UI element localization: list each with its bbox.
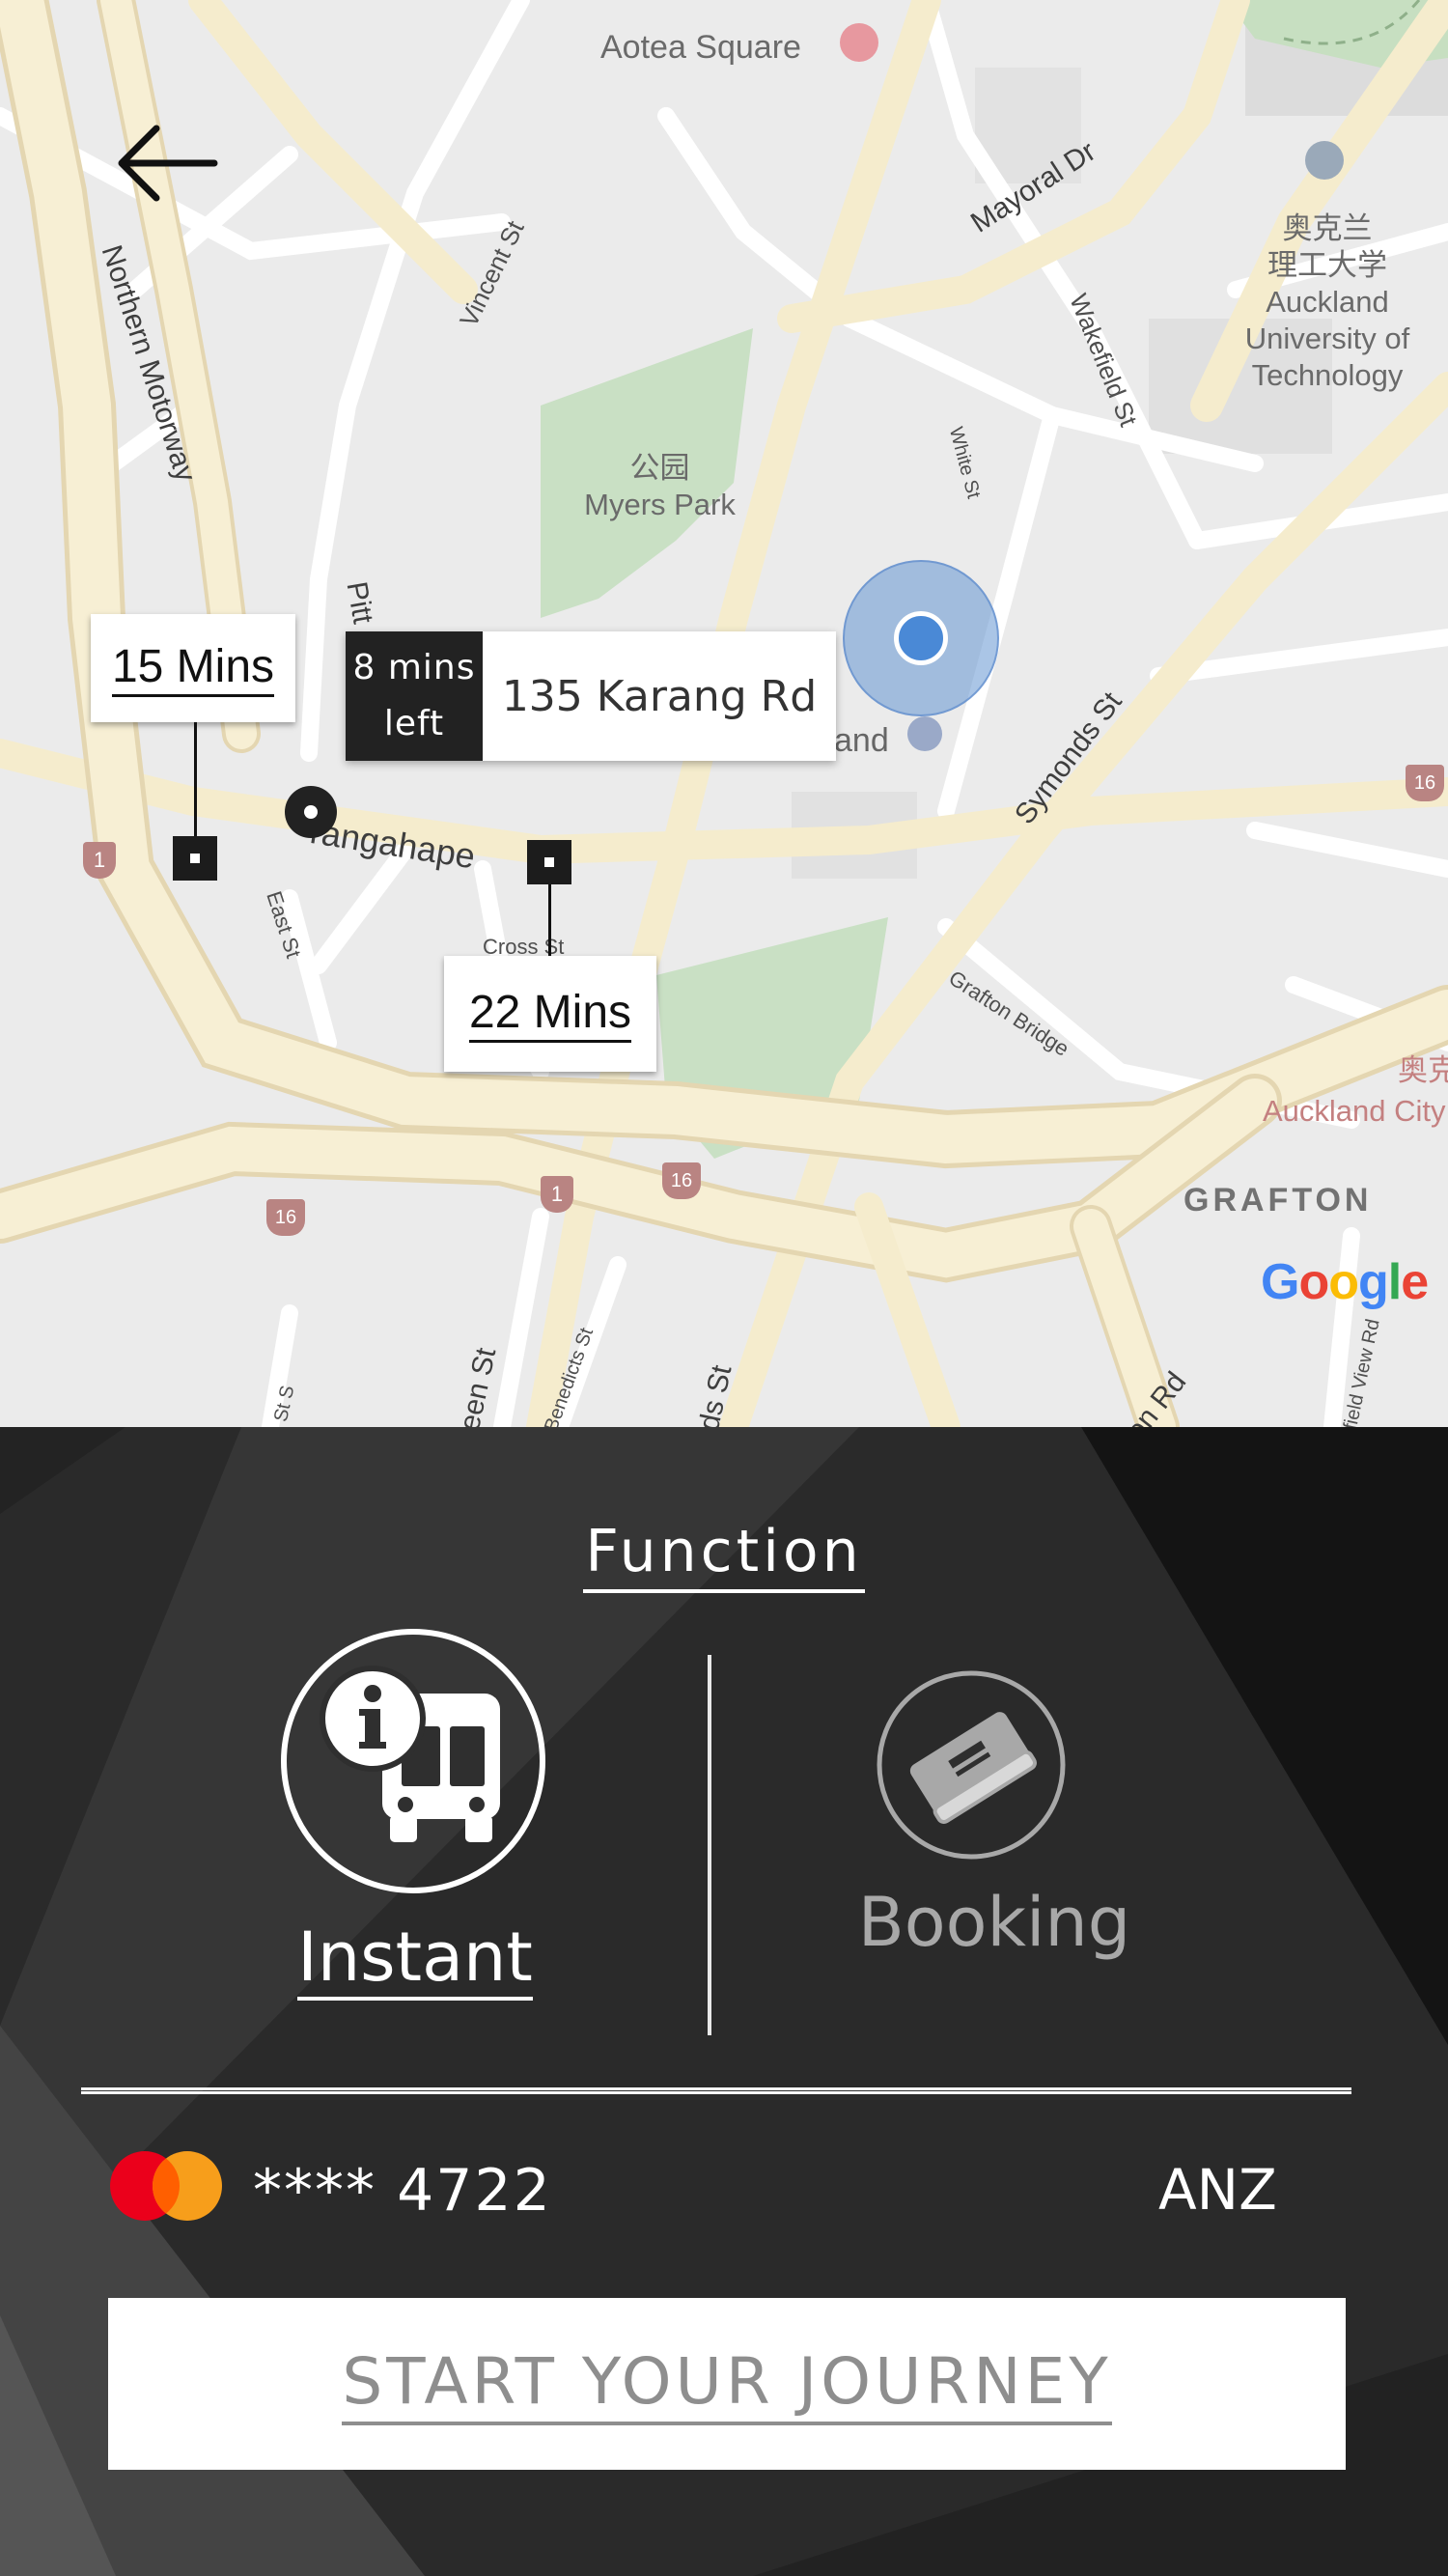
map-label-aotea-square: Aotea Square (600, 29, 801, 66)
mode-instant-button[interactable]: Instant (280, 1626, 550, 2070)
map-view[interactable]: Aotea Square Mayoral Dr Northern Motorwa… (0, 0, 1448, 1427)
section-divider (81, 2087, 1351, 2094)
payment-method-row[interactable]: **** 4722 ANZ (0, 2143, 1448, 2230)
map-label-aut: 奥克兰 理工大学 Auckland University of Technolo… (1226, 210, 1429, 394)
google-logo-letter: o (1328, 1254, 1359, 1310)
motorway-shield: 1 (541, 1176, 573, 1213)
hotel-pin-icon (907, 716, 942, 751)
map-label-aut-cn1: 奥克兰 (1282, 211, 1373, 245)
bus-stop-icon[interactable] (173, 836, 217, 881)
map-label-aut-cn2: 理工大学 (1267, 248, 1387, 282)
mode-instant-label: Instant (280, 1916, 550, 2001)
map-label-grafton: GRAFTON (1183, 1182, 1373, 1218)
bus-stop-icon[interactable] (527, 840, 571, 884)
book-icon (877, 1670, 1066, 1860)
destination-eta-suffix: left (383, 704, 445, 743)
start-journey-label: START YOUR JOURNEY (342, 2342, 1112, 2425)
map-label-aut-en1: Auckland (1266, 285, 1389, 319)
google-logo-letter: G (1261, 1254, 1299, 1310)
destination-eta: 8 mins left (346, 631, 483, 761)
mode-booking-label: Booking (857, 1883, 1131, 1962)
destination-card[interactable]: 8 mins left 135 Karang Rd (346, 631, 836, 761)
motorway-shield: 16 (1406, 765, 1444, 801)
map-label-myers-en: Myers Park (584, 488, 736, 521)
map-label-pitt: Pitt (340, 579, 379, 627)
mode-booking-button[interactable]: Booking (849, 1668, 1139, 2016)
stop-time-left-label: 15 Mins (111, 640, 275, 697)
destination-eta-value: 8 mins (352, 648, 476, 687)
map-label-auckland-city-cn: 奥克 (1398, 1053, 1448, 1087)
function-panel: Function Instant Booking **** 4722 ANZ S… (0, 1427, 1448, 2576)
card-number: **** 4722 (253, 2157, 552, 2225)
stop-time-marker-left[interactable]: 15 Mins (91, 614, 295, 722)
map-label-hotel-partial: and (834, 722, 889, 759)
function-title: Function (0, 1518, 1448, 1593)
school-pin-icon (1305, 141, 1344, 180)
google-logo-letter: o (1298, 1254, 1329, 1310)
motorway-shield: 16 (662, 1162, 701, 1199)
stop-time-marker-right[interactable]: 22 Mins (444, 956, 656, 1072)
motorway-shield: 16 (266, 1199, 305, 1236)
back-arrow-icon (118, 125, 218, 202)
map-label-myers-park: 公园 Myers Park (575, 450, 744, 523)
map-label-aut-en2: University of (1244, 322, 1410, 355)
attraction-pin-icon (840, 23, 878, 62)
bank-name: ANZ (1158, 2157, 1277, 2223)
current-location-icon[interactable] (894, 611, 948, 665)
google-logo-letter: g (1357, 1254, 1389, 1310)
bus-info-icon (281, 1629, 545, 1893)
mode-instant-label-text: Instant (297, 1918, 533, 2001)
google-logo: Google (1261, 1253, 1429, 1311)
start-journey-button[interactable]: START YOUR JOURNEY (108, 2298, 1346, 2470)
function-title-text: Function (583, 1518, 865, 1593)
motorway-shield: 1 (83, 842, 116, 879)
back-button[interactable] (114, 120, 220, 207)
map-label-auckland-city: Auckland City (1263, 1094, 1446, 1128)
map-label-myers-cn: 公园 (629, 451, 690, 485)
google-logo-letter: e (1401, 1254, 1429, 1310)
origin-pin-icon[interactable] (285, 786, 337, 838)
google-logo-letter: l (1387, 1254, 1402, 1310)
mode-divider (708, 1655, 711, 2035)
destination-address: 135 Karang Rd (501, 671, 818, 721)
mastercard-icon (110, 2151, 222, 2221)
map-label-aut-en3: Technology (1251, 358, 1404, 392)
stop-time-right-label: 22 Mins (468, 986, 632, 1043)
